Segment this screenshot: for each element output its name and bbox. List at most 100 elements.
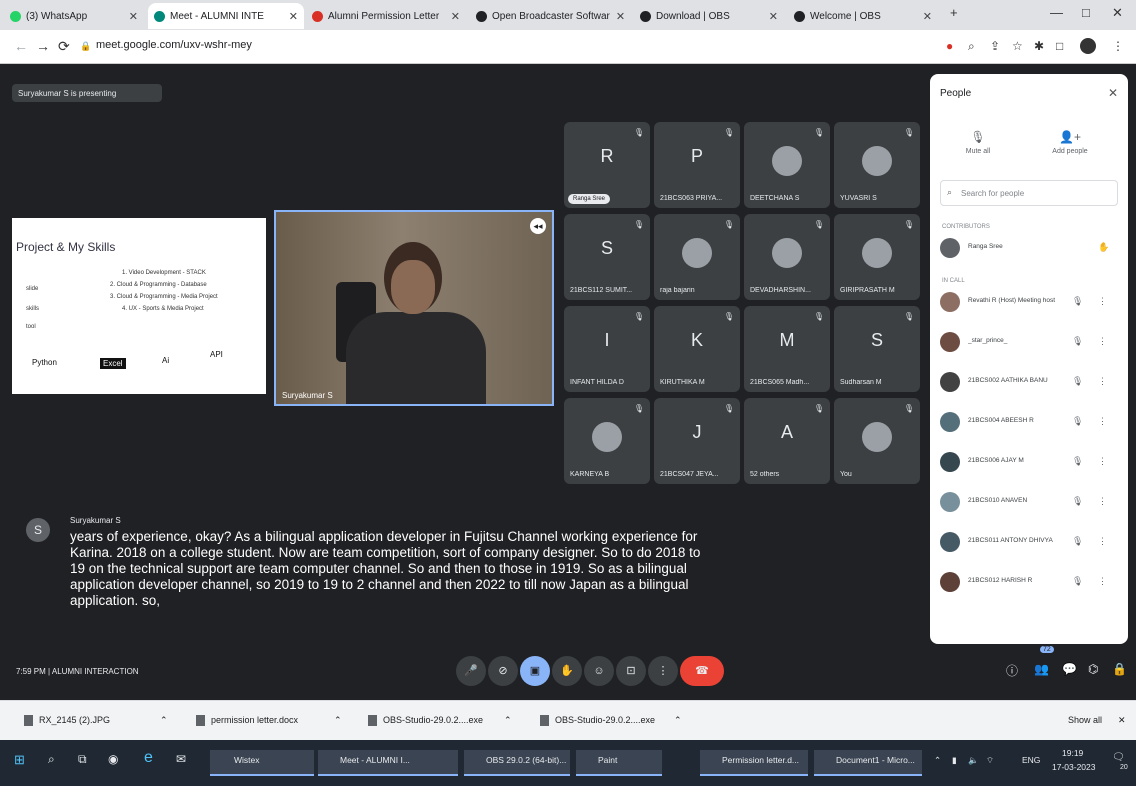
member-row[interactable]: Revathi R (Host) Meeting host 🎙 ⋮: [940, 290, 1120, 316]
edge-icon[interactable]: e: [144, 749, 153, 767]
more-options-icon[interactable]: ⋮: [1098, 576, 1107, 587]
show-all-link[interactable]: Show all: [1068, 715, 1102, 725]
close-tab-icon[interactable]: ✕: [610, 10, 625, 23]
close-tab-icon[interactable]: ✕: [283, 10, 298, 23]
windows-start-icon[interactable]: ⊞: [14, 752, 25, 768]
download-item[interactable]: permission letter.docx: [196, 715, 298, 727]
more-options-icon[interactable]: ⋮: [1098, 296, 1107, 307]
download-chevron-icon[interactable]: ⌃: [504, 715, 512, 726]
more-options-button[interactable]: ⋮: [648, 656, 678, 686]
participant-tile[interactable]: 🎙 GIRIPRASATH M: [834, 214, 920, 300]
battery-icon[interactable]: ▮: [952, 755, 957, 766]
download-chevron-icon[interactable]: ⌃: [674, 715, 682, 726]
close-shelf-icon[interactable]: ✕: [1118, 715, 1126, 726]
bookmark-star-icon[interactable]: ☆: [1012, 39, 1023, 53]
more-options-icon[interactable]: ⋮: [1098, 536, 1107, 547]
raise-hand-button[interactable]: ✋: [552, 656, 582, 686]
task-view-icon[interactable]: ⧉: [78, 752, 87, 767]
member-row[interactable]: _star_prince_ 🎙 ⋮: [940, 330, 1120, 356]
participant-tile[interactable]: 🎙 S Sudharsan M: [834, 306, 920, 392]
participant-tile[interactable]: 🎙 DEETCHANA S: [744, 122, 830, 208]
clock-time[interactable]: 19:19: [1062, 748, 1083, 758]
contributor-row[interactable]: Ranga Sree ✋: [940, 236, 1120, 262]
reactions-button[interactable]: ☺: [584, 656, 614, 686]
download-item[interactable]: OBS-Studio-29.0.2....exe: [368, 715, 483, 727]
taskbar-item[interactable]: [210, 750, 314, 776]
forward-icon[interactable]: →: [36, 38, 50, 54]
tab-permission-letter[interactable]: Alumni Permission Letter ✕: [306, 3, 466, 29]
notification-icon[interactable]: 🗨: [1112, 752, 1125, 763]
participant-tile[interactable]: 🎙 DEVADHARSHIN...: [744, 214, 830, 300]
tab-download-obs[interactable]: Download | OBS ✕: [634, 3, 784, 29]
maximize-button[interactable]: □: [1082, 5, 1090, 20]
download-item[interactable]: RX_2145 (2).JPG: [24, 715, 110, 727]
mic-off-icon[interactable]: 🎙: [1072, 336, 1083, 347]
mic-off-icon[interactable]: 🎙: [1072, 376, 1083, 387]
participant-tile[interactable]: 🎙 K KIRUTHIKA M: [654, 306, 740, 392]
mic-off-icon[interactable]: 🎙: [1072, 456, 1083, 467]
extensions-icon[interactable]: ✱: [1034, 39, 1044, 53]
close-tab-icon[interactable]: ✕: [123, 10, 138, 23]
chrome-icon[interactable]: ◉: [108, 752, 118, 766]
profile-avatar[interactable]: [1080, 38, 1096, 54]
tab-obs-software[interactable]: Open Broadcaster Softwar ✕: [470, 3, 630, 29]
member-row[interactable]: 21BCS006 AJAY M 🎙 ⋮: [940, 450, 1120, 476]
leave-call-button[interactable]: ☎: [680, 656, 724, 686]
participant-tile[interactable]: 🎙 You: [834, 398, 920, 484]
member-row[interactable]: 21BCS004 ABEESH R 🎙 ⋮: [940, 410, 1120, 436]
mute-all-button[interactable]: 🎙 Mute all: [938, 130, 1018, 155]
participant-tile[interactable]: 🎙 A 52 others: [744, 398, 830, 484]
meeting-info-icon[interactable]: ⓘ: [1006, 662, 1018, 679]
close-window-button[interactable]: ✕: [1112, 5, 1123, 21]
camera-button[interactable]: ⊘: [488, 656, 518, 686]
menu-icon[interactable]: ⋮: [1112, 39, 1124, 53]
camera-in-use-icon[interactable]: ●: [946, 39, 953, 53]
url-field[interactable]: meet.google.com/uxv-wshr-mey: [96, 39, 252, 51]
participant-tile[interactable]: 🎙 R Ranga Sree: [564, 122, 650, 208]
participant-tile[interactable]: 🎙 raja bajarin: [654, 214, 740, 300]
back-icon[interactable]: ←: [14, 38, 28, 54]
minimize-button[interactable]: —: [1050, 5, 1063, 20]
chat-icon[interactable]: 💬: [1062, 662, 1077, 676]
more-options-icon[interactable]: ⋮: [1098, 416, 1107, 427]
clock-date[interactable]: 17-03-2023: [1052, 762, 1095, 772]
download-chevron-icon[interactable]: ⌃: [160, 715, 168, 726]
mic-button[interactable]: 🎤: [456, 656, 486, 686]
tab-meet[interactable]: Meet - ALUMNI INTE ✕: [148, 3, 304, 29]
sidebar-icon[interactable]: □: [1056, 39, 1063, 53]
participant-tile[interactable]: 🎙 YUVASRI S: [834, 122, 920, 208]
search-people-input[interactable]: ⌕ Search for people: [940, 180, 1118, 206]
member-row[interactable]: 21BCS002 AATHIKA BANU 🎙 ⋮: [940, 370, 1120, 396]
participant-tile[interactable]: 🎙 J 21BCS047 JEYA...: [654, 398, 740, 484]
activities-icon[interactable]: ⌬: [1088, 662, 1098, 676]
close-tab-icon[interactable]: ✕: [445, 10, 460, 23]
download-chevron-icon[interactable]: ⌃: [334, 715, 342, 726]
mic-off-icon[interactable]: 🎙: [1072, 416, 1083, 427]
close-tab-icon[interactable]: ✕: [917, 10, 932, 23]
more-options-icon[interactable]: ⋮: [1098, 376, 1107, 387]
download-item[interactable]: OBS-Studio-29.0.2....exe: [540, 715, 655, 727]
more-options-icon[interactable]: ⋮: [1098, 456, 1107, 467]
mic-off-icon[interactable]: 🎙: [1072, 536, 1083, 547]
member-row[interactable]: 21BCS012 HARISH R 🎙 ⋮: [940, 570, 1120, 596]
presenter-camera-tile[interactable]: ◂◂ Suryakumar S: [274, 210, 554, 406]
tab-welcome-obs[interactable]: Welcome | OBS ✕: [788, 3, 938, 29]
member-row[interactable]: 21BCS011 ANTONY DHIVYA 🎙 ⋮: [940, 530, 1120, 556]
mail-icon[interactable]: ✉: [176, 752, 186, 766]
present-button[interactable]: ⊡: [616, 656, 646, 686]
host-controls-icon[interactable]: 🔒: [1112, 662, 1127, 676]
mic-off-icon[interactable]: 🎙: [1072, 576, 1083, 587]
captions-button[interactable]: ▣: [520, 656, 550, 686]
taskbar-item[interactable]: [576, 750, 662, 776]
mic-off-icon[interactable]: 🎙: [1072, 296, 1083, 307]
add-people-button[interactable]: 👤+ Add people: [1030, 130, 1110, 155]
new-tab-button[interactable]: +: [950, 5, 958, 20]
participant-tile[interactable]: 🎙 P 21BCS063 PRIYA...: [654, 122, 740, 208]
reload-icon[interactable]: ⟳: [58, 38, 70, 55]
network-icon[interactable]: ⌔: [986, 755, 994, 766]
close-tab-icon[interactable]: ✕: [763, 10, 778, 23]
tray-chevron-icon[interactable]: ⌃: [934, 755, 941, 766]
tab-whatsapp[interactable]: (3) WhatsApp ✕: [4, 3, 144, 29]
share-icon[interactable]: ⇪: [990, 39, 1000, 53]
zoom-icon[interactable]: ⌕: [968, 39, 975, 54]
